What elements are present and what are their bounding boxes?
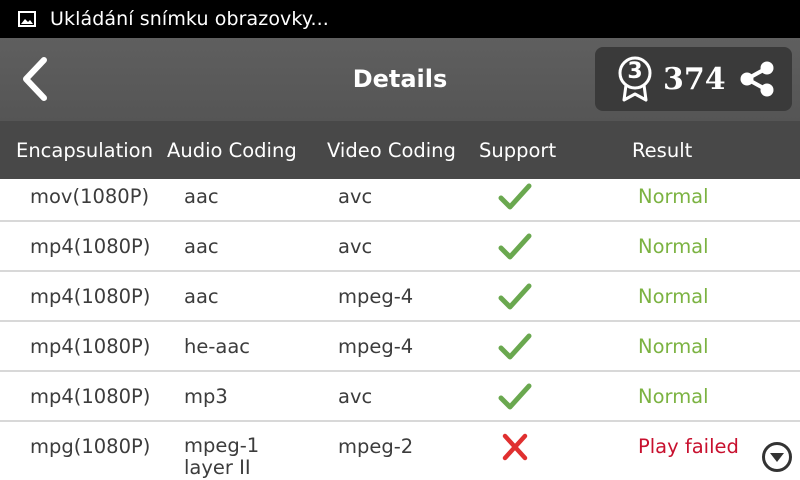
- result-cell: Normal: [638, 385, 709, 408]
- details-table[interactable]: mov(1080P) aac avc Normal mp4(1080P) aac…: [0, 172, 800, 480]
- audio-coding-cell: he-aac: [184, 335, 251, 358]
- rank-number: 3: [627, 59, 643, 84]
- result-cell: Normal: [638, 235, 709, 258]
- audio-coding-cell: mpeg-1 layer II: [184, 434, 260, 479]
- video-coding-cell: avc: [338, 185, 373, 208]
- scroll-down-button[interactable]: [761, 441, 793, 473]
- status-bar: Ukládání snímku obrazovky...: [0, 0, 800, 38]
- result-cell: Normal: [638, 285, 709, 308]
- table-row: mpg(1080P) mpeg-1 layer II mpeg-2 Play f…: [0, 422, 800, 480]
- encapsulation-cell: mp4(1080P): [30, 235, 151, 258]
- audio-coding-cell: aac: [184, 285, 219, 308]
- check-icon: [498, 383, 532, 410]
- result-cell: Play failed: [638, 435, 739, 458]
- result-cell: Normal: [638, 335, 709, 358]
- table-row: mp4(1080P) aac mpeg-4 Normal: [0, 272, 800, 322]
- status-text: Ukládání snímku obrazovky...: [50, 8, 329, 30]
- medal-icon: 3: [615, 55, 655, 103]
- encapsulation-cell: mp4(1080P): [30, 335, 151, 358]
- video-coding-cell: mpeg-2: [338, 435, 414, 458]
- table-row: mp4(1080P) mp3 avc Normal: [0, 372, 800, 422]
- video-coding-cell: mpeg-4: [338, 285, 414, 308]
- check-icon: [498, 183, 532, 210]
- encapsulation-cell: mp4(1080P): [30, 385, 151, 408]
- audio-coding-cell: aac: [184, 235, 219, 258]
- check-icon: [498, 333, 532, 360]
- check-icon: [498, 233, 532, 260]
- audio-coding-cell: aac: [184, 185, 219, 208]
- video-coding-cell: avc: [338, 385, 373, 408]
- audio-coding-cell: mp3: [184, 385, 228, 408]
- result-cell: Normal: [638, 185, 709, 208]
- cross-icon: [502, 433, 528, 461]
- encapsulation-cell: mp4(1080P): [30, 285, 151, 308]
- back-button[interactable]: [16, 54, 56, 104]
- score-value: 374: [663, 61, 726, 97]
- table-row: mp4(1080P) aac avc Normal: [0, 222, 800, 272]
- table-header: Encapsulation Audio Coding Video Coding …: [0, 121, 800, 179]
- table-row: mov(1080P) aac avc Normal: [0, 172, 800, 222]
- encapsulation-cell: mov(1080P): [30, 185, 150, 208]
- share-button[interactable]: [737, 59, 777, 99]
- encapsulation-cell: mpg(1080P): [30, 435, 151, 458]
- table-row: mp4(1080P) he-aac mpeg-4 Normal: [0, 322, 800, 372]
- video-coding-cell: avc: [338, 235, 373, 258]
- check-icon: [498, 283, 532, 310]
- image-icon: [18, 11, 36, 27]
- top-bar: Details 3 374: [0, 38, 800, 121]
- video-coding-cell: mpeg-4: [338, 335, 414, 358]
- score-panel: 3 374: [595, 47, 792, 111]
